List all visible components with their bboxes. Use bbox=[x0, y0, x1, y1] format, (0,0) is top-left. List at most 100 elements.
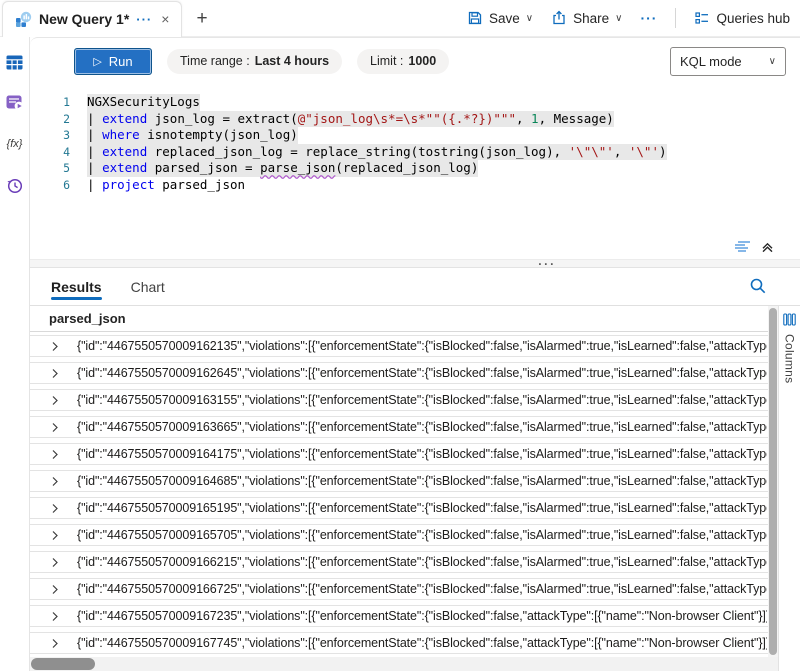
query-toolbar: ▷ Run Time range : Last 4 hours Limit : … bbox=[30, 38, 800, 84]
expand-row-icon[interactable] bbox=[50, 395, 60, 406]
code-text: | extend parsed_json = parse_json(replac… bbox=[87, 160, 478, 177]
line-number: 3 bbox=[30, 127, 70, 144]
vertical-scrollbar[interactable] bbox=[768, 306, 778, 657]
column-header-parsed-json[interactable]: parsed_json bbox=[30, 306, 778, 332]
table-row[interactable]: {"id":"4467550570009166215","violations"… bbox=[30, 551, 778, 573]
kql-mode-dropdown[interactable]: KQL mode ∨ bbox=[670, 47, 786, 76]
panel-splitter[interactable]: ··· bbox=[30, 259, 800, 268]
limit-pill[interactable]: Limit : 1000 bbox=[357, 49, 449, 74]
code-text: | extend replaced_json_log = replace_str… bbox=[87, 144, 667, 161]
query-tab[interactable]: New Query 1* ··· × bbox=[2, 1, 182, 37]
row-json-text: {"id":"4467550570009163665","violations"… bbox=[77, 420, 767, 434]
kql-mode-value: KQL mode bbox=[680, 54, 742, 69]
line-number: 1 bbox=[30, 94, 70, 111]
columns-side-panel[interactable]: Columns bbox=[778, 306, 800, 671]
rail-history-icon[interactable] bbox=[6, 176, 24, 194]
code-line[interactable]: 6 | project parsed_json bbox=[30, 177, 800, 194]
time-range-pill[interactable]: Time range : Last 4 hours bbox=[167, 49, 342, 74]
table-row[interactable]: {"id":"4467550570009165705","violations"… bbox=[30, 524, 778, 546]
horizontal-scrollbar-thumb[interactable] bbox=[31, 658, 95, 670]
table-row[interactable]: {"id":"4467550570009167745","violations"… bbox=[30, 632, 778, 654]
expand-row-icon[interactable] bbox=[50, 503, 60, 514]
format-lines-icon[interactable] bbox=[734, 240, 751, 253]
line-number: 4 bbox=[30, 144, 70, 161]
rail-tables-icon[interactable] bbox=[6, 53, 24, 71]
queries-hub-label: Queries hub bbox=[716, 11, 790, 26]
content-area: ▷ Run Time range : Last 4 hours Limit : … bbox=[30, 37, 800, 671]
expand-row-icon[interactable] bbox=[50, 584, 60, 595]
code-line[interactable]: 1 NGXSecurityLogs bbox=[30, 94, 800, 111]
row-json-text: {"id":"4467550570009165195","violations"… bbox=[77, 501, 767, 515]
code-line[interactable]: 4 | extend replaced_json_log = replace_st… bbox=[30, 144, 800, 161]
row-json-text: {"id":"4467550570009162135","violations"… bbox=[77, 339, 767, 353]
save-label: Save bbox=[489, 11, 520, 26]
table-row[interactable]: {"id":"4467550570009164175","violations"… bbox=[30, 443, 778, 465]
tab-title: New Query 1* bbox=[39, 11, 129, 27]
table-row[interactable]: {"id":"4467550570009166725","violations"… bbox=[30, 578, 778, 600]
expand-row-icon[interactable] bbox=[50, 341, 60, 352]
queries-hub-button[interactable]: Queries hub bbox=[694, 10, 790, 26]
tab-chart[interactable]: Chart bbox=[131, 268, 165, 305]
limit-label: Limit : bbox=[370, 54, 403, 68]
row-json-text: {"id":"4467550570009166725","violations"… bbox=[77, 582, 767, 596]
share-button[interactable]: Share ∨ bbox=[551, 10, 622, 26]
actions-divider bbox=[675, 8, 676, 28]
rail-saved-queries-icon[interactable] bbox=[6, 94, 24, 112]
row-json-text: {"id":"4467550570009167235","violations"… bbox=[77, 609, 767, 623]
expand-row-icon[interactable] bbox=[50, 638, 60, 649]
code-text: NGXSecurityLogs bbox=[87, 94, 200, 111]
main-area: {fx} ▷ Run Time range : bbox=[0, 37, 800, 671]
expand-row-icon[interactable] bbox=[50, 557, 60, 568]
row-json-text: {"id":"4467550570009164685","violations"… bbox=[77, 474, 767, 488]
code-text: | project parsed_json bbox=[87, 177, 245, 194]
columns-panel-label: Columns bbox=[783, 334, 797, 383]
kql-mode-chevron-down-icon: ∨ bbox=[769, 56, 776, 67]
columns-icon bbox=[783, 313, 796, 326]
table-row[interactable]: {"id":"4467550570009163665","violations"… bbox=[30, 416, 778, 438]
more-actions-button[interactable]: ··· bbox=[640, 10, 657, 26]
rail-functions-icon[interactable]: {fx} bbox=[6, 135, 24, 153]
time-range-label: Time range : bbox=[180, 54, 250, 68]
line-number: 6 bbox=[30, 177, 70, 194]
vertical-scrollbar-thumb[interactable] bbox=[769, 308, 777, 655]
search-results-button[interactable] bbox=[749, 277, 767, 298]
expand-row-icon[interactable] bbox=[50, 530, 60, 541]
tab-close-icon[interactable]: × bbox=[159, 11, 171, 27]
code-line[interactable]: 2| extend json_log = extract(@"json_log\… bbox=[30, 111, 800, 128]
table-row[interactable]: {"id":"4467550570009165195","violations"… bbox=[30, 497, 778, 519]
expand-row-icon[interactable] bbox=[50, 449, 60, 460]
results-body: parsed_json {"id":"4467550570009162135",… bbox=[30, 306, 800, 671]
expand-row-icon[interactable] bbox=[50, 368, 60, 379]
run-button[interactable]: ▷ Run bbox=[74, 48, 152, 75]
code-line[interactable]: 5 | extend parsed_json = parse_json(repla… bbox=[30, 160, 800, 177]
row-json-text: {"id":"4467550570009163155","violations"… bbox=[77, 393, 767, 407]
save-chevron-down-icon: ∨ bbox=[526, 13, 533, 24]
header-actions: Save ∨ Share ∨ ··· Querie bbox=[467, 8, 800, 28]
table-row[interactable]: {"id":"4467550570009162645","violations"… bbox=[30, 362, 778, 384]
table-row[interactable]: {"id":"4467550570009162135","violations"… bbox=[30, 335, 778, 357]
line-number: 5 bbox=[30, 160, 70, 177]
share-chevron-down-icon: ∨ bbox=[615, 13, 622, 24]
expand-row-icon[interactable] bbox=[50, 611, 60, 622]
row-json-text: {"id":"4467550570009165705","violations"… bbox=[77, 528, 767, 542]
table-row[interactable]: {"id":"4467550570009164685","violations"… bbox=[30, 470, 778, 492]
adx-app-icon bbox=[15, 11, 32, 28]
collapse-panel-icon[interactable] bbox=[761, 240, 774, 253]
expand-row-icon[interactable] bbox=[50, 422, 60, 433]
code-line[interactable]: 3| where isnotempty(json_log) bbox=[30, 127, 800, 144]
horizontal-scrollbar[interactable] bbox=[30, 657, 778, 671]
save-button[interactable]: Save ∨ bbox=[467, 10, 533, 26]
query-panel: ▷ Run Time range : Last 4 hours Limit : … bbox=[30, 37, 800, 259]
expand-row-icon[interactable] bbox=[50, 476, 60, 487]
table-row[interactable]: {"id":"4467550570009163155","violations"… bbox=[30, 389, 778, 411]
code-editor[interactable]: 1 NGXSecurityLogs2| extend json_log = ext… bbox=[30, 84, 800, 193]
tab-results[interactable]: Results bbox=[51, 268, 102, 305]
share-label: Share bbox=[573, 11, 609, 26]
tab-more-icon[interactable]: ··· bbox=[136, 12, 152, 27]
new-tab-button[interactable]: + bbox=[196, 9, 207, 28]
table-row[interactable]: {"id":"4467550570009167235","violations"… bbox=[30, 605, 778, 627]
results-panel: Results Chart parsed_json {"id":"4467550… bbox=[30, 268, 800, 671]
results-grid: parsed_json {"id":"4467550570009162135",… bbox=[30, 306, 778, 671]
run-label: Run bbox=[109, 54, 133, 69]
save-icon bbox=[467, 10, 483, 26]
